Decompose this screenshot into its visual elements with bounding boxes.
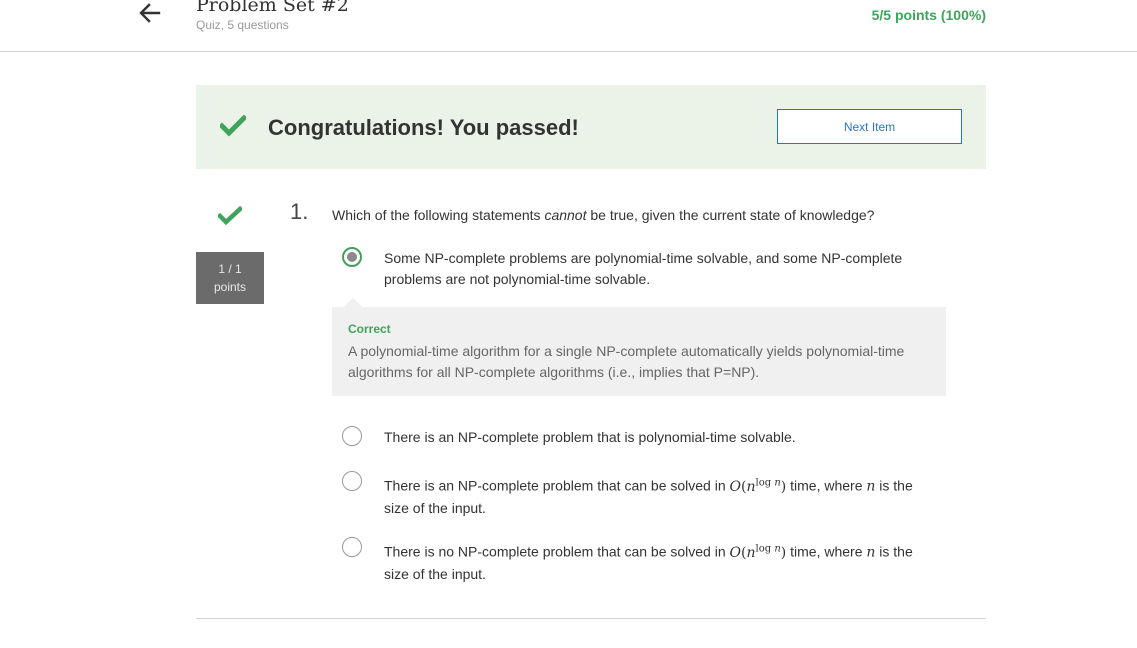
radio-button[interactable] xyxy=(342,426,362,446)
feedback-title: Correct xyxy=(348,322,391,336)
quiz-score: 5/5 points (100%) xyxy=(871,7,986,23)
radio-button[interactable] xyxy=(342,537,362,557)
question-text: Which of the following statements cannot… xyxy=(332,207,875,223)
feedback-text: A polynomial-time algorithm for a single… xyxy=(348,343,905,380)
option-label: There is no NP-complete problem that can… xyxy=(384,543,913,582)
quiz-title: Problem Set #2 xyxy=(196,0,349,16)
option-label: There is an NP-complete problem that is … xyxy=(384,429,796,445)
question-emphasis: cannot xyxy=(544,207,587,223)
pass-banner: Congratulations! You passed! Next Item xyxy=(196,85,986,169)
arrow-left-icon xyxy=(139,3,161,23)
question-number: 1. xyxy=(290,199,309,224)
answer-feedback: Correct A polynomial-time algorithm for … xyxy=(332,298,946,396)
points-value: 1 / 1 xyxy=(218,262,242,276)
checkmark-icon xyxy=(220,115,246,137)
question-points-badge: 1 / 1 points xyxy=(196,252,264,304)
radio-button-selected[interactable] xyxy=(342,247,362,267)
quiz-page: Problem Set #2 Quiz, 5 questions 5/5 poi… xyxy=(0,0,1137,648)
back-button[interactable] xyxy=(136,0,164,26)
pass-message: Congratulations! You passed! xyxy=(268,115,579,140)
section-divider xyxy=(196,618,986,619)
option-label: Some NP-complete problems are polynomial… xyxy=(384,250,903,287)
math-expression: O(nlog n) xyxy=(729,543,787,561)
next-item-button[interactable]: Next Item xyxy=(777,109,962,144)
option-label: There is an NP-complete problem that can… xyxy=(384,477,913,516)
quiz-subtitle: Quiz, 5 questions xyxy=(196,18,289,32)
math-expression: O(nlog n) xyxy=(729,477,787,495)
points-label: points xyxy=(213,280,247,294)
quiz-header: Problem Set #2 Quiz, 5 questions 5/5 poi… xyxy=(0,0,1137,52)
radio-button[interactable] xyxy=(342,471,362,491)
question-correct-icon xyxy=(218,206,242,226)
